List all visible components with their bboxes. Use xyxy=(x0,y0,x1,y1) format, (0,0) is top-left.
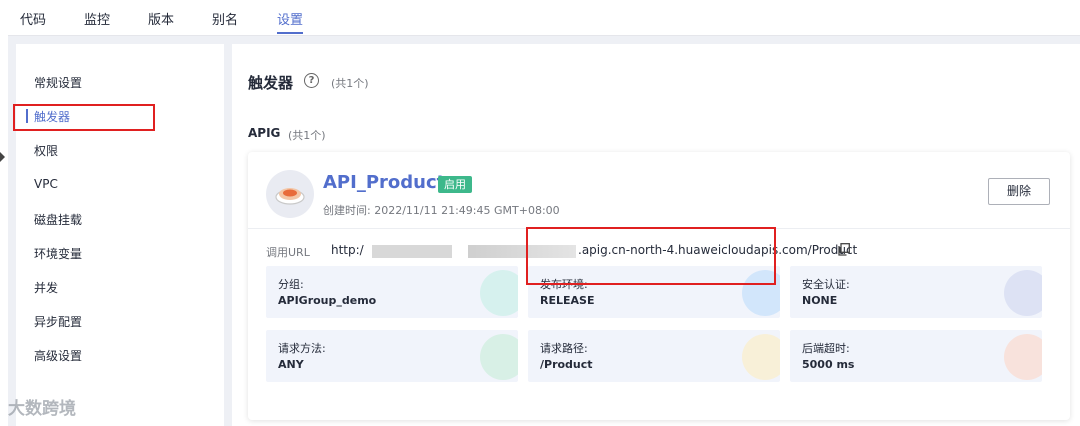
info-tile-group: 分组: APIGroup_demo xyxy=(266,266,518,318)
url-label: 调用URL xyxy=(266,246,310,259)
info-tile-method: 请求方法: ANY xyxy=(266,330,518,382)
tile-label: 安全认证: xyxy=(802,278,850,291)
url-prefix: http:/ xyxy=(331,243,364,257)
tile-value: RELEASE xyxy=(540,294,595,307)
tab-code[interactable]: 代码 xyxy=(20,9,46,28)
tile-value: APIGroup_demo xyxy=(278,294,377,307)
sidebar-item-advanced[interactable]: 高级设置 xyxy=(34,347,82,364)
apig-group-title: APIG xyxy=(248,126,281,140)
collapse-arrow-icon[interactable] xyxy=(0,152,5,162)
watermark-logo: 大数跨境 xyxy=(8,399,76,419)
tile-value: NONE xyxy=(802,294,838,307)
sidebar-item-vpc[interactable]: VPC xyxy=(34,177,58,191)
delete-button[interactable]: 删除 xyxy=(988,178,1050,205)
copy-icon[interactable] xyxy=(838,243,850,256)
path-icon xyxy=(742,334,780,380)
highlight-box xyxy=(526,227,776,285)
shield-icon xyxy=(1004,270,1042,316)
tile-label: 请求方法: xyxy=(278,342,326,355)
api-name-link[interactable]: API_Product xyxy=(323,172,445,193)
info-tile-timeout: 后端超时: 5000 ms xyxy=(790,330,1042,382)
apig-avatar-icon xyxy=(266,170,314,218)
group-icon xyxy=(480,270,518,316)
active-tab-indicator xyxy=(277,32,303,34)
created-time: 创建时间: 2022/11/11 21:49:45 GMT+08:00 xyxy=(323,204,560,217)
tab-version[interactable]: 版本 xyxy=(148,9,174,28)
tile-value: ANY xyxy=(278,358,304,371)
status-badge: 启用 xyxy=(438,176,472,193)
method-icon xyxy=(480,334,518,380)
settings-sidebar: 常规设置 触发器 权限 VPC 磁盘挂载 环境变量 并发 异步配置 高级设置 xyxy=(13,44,224,426)
sidebar-item-permission[interactable]: 权限 xyxy=(34,142,58,159)
info-tile-auth: 安全认证: NONE xyxy=(790,266,1042,318)
tile-value: 5000 ms xyxy=(802,358,855,371)
trigger-count: (共1个) xyxy=(331,77,369,90)
tile-label: 分组: xyxy=(278,278,304,291)
main-panel: 触发器 ? (共1个) APIG (共1个) API_Product 启用 创建… xyxy=(232,44,1080,426)
tile-value: /Product xyxy=(540,358,593,371)
trigger-card: API_Product 启用 创建时间: 2022/11/11 21:49:45… xyxy=(248,152,1070,420)
tile-label: 后端超时: xyxy=(802,342,850,355)
redacted-block xyxy=(372,245,452,258)
info-tile-path: 请求路径: /Product xyxy=(528,330,780,382)
top-tab-bar: 代码 监控 版本 别名 设置 xyxy=(0,0,1080,36)
sidebar-item-disk-mount[interactable]: 磁盘挂载 xyxy=(34,211,82,228)
sidebar-item-async[interactable]: 异步配置 xyxy=(34,313,82,330)
sidebar-item-general[interactable]: 常规设置 xyxy=(34,74,82,91)
apig-count: (共1个) xyxy=(288,129,326,142)
tab-settings[interactable]: 设置 xyxy=(277,9,303,28)
clock-icon xyxy=(1004,334,1042,380)
tab-alias[interactable]: 别名 xyxy=(212,9,238,28)
tile-label: 请求路径: xyxy=(540,342,588,355)
tab-monitor[interactable]: 监控 xyxy=(84,9,110,28)
sidebar-item-env-vars[interactable]: 环境变量 xyxy=(34,245,82,262)
sidebar-item-concurrency[interactable]: 并发 xyxy=(34,279,58,296)
help-icon[interactable]: ? xyxy=(304,73,319,88)
sidebar-edge xyxy=(0,0,8,426)
highlight-box xyxy=(13,104,155,131)
page-title: 触发器 xyxy=(248,74,294,92)
